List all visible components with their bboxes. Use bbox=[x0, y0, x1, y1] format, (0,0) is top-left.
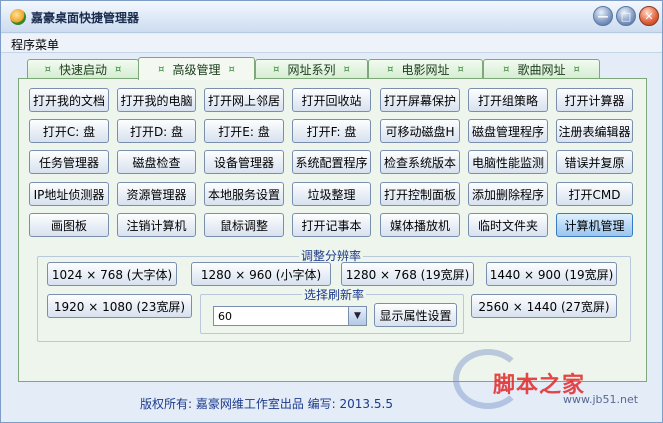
refresh-rate-value: 60 bbox=[218, 310, 232, 323]
menu-bar: 程序菜单 bbox=[1, 34, 662, 53]
app-window: 嘉豪桌面快捷管理器 — □ ✕ 程序菜单 ¤ 快速启动 ¤ ¤ 高级管理 ¤ ¤… bbox=[0, 0, 663, 423]
tab-label: 歌曲网址 bbox=[517, 63, 566, 77]
tool-button-r3-c7[interactable]: 错误并复原 bbox=[556, 150, 633, 174]
tool-button-r2-c1[interactable]: 打开C: 盘 bbox=[29, 119, 109, 143]
tab-label: 高级管理 bbox=[172, 62, 221, 77]
tool-button-r3-c2[interactable]: 磁盘检查 bbox=[117, 150, 196, 174]
tab-marker-icon: ¤ bbox=[228, 63, 235, 75]
resolution-1280x768-button[interactable]: 1280 × 768 (19宽屏) bbox=[341, 262, 474, 286]
tab-advanced-management[interactable]: ¤ 高级管理 ¤ bbox=[138, 57, 255, 80]
tool-button-r3-c6[interactable]: 电脑性能监测 bbox=[468, 150, 548, 174]
tab-music-sites[interactable]: ¤ 歌曲网址 ¤ bbox=[483, 59, 600, 79]
tab-marker-icon: ¤ bbox=[503, 64, 510, 75]
close-button[interactable]: ✕ bbox=[639, 6, 659, 26]
tool-button-r2-c6[interactable]: 磁盘管理程序 bbox=[468, 119, 548, 143]
tool-button-r5-c7[interactable]: 计算机管理 bbox=[556, 213, 633, 237]
tab-marker-icon: ¤ bbox=[343, 64, 350, 75]
tab-label: 网址系列 bbox=[287, 63, 336, 77]
minimize-icon: — bbox=[597, 9, 609, 23]
tab-marker-icon: ¤ bbox=[44, 64, 51, 75]
tool-button-r4-c6[interactable]: 添加删除程序 bbox=[468, 182, 548, 206]
menu-item-program[interactable]: 程序菜单 bbox=[11, 36, 59, 53]
title-bar[interactable]: 嘉豪桌面快捷管理器 — □ ✕ bbox=[1, 1, 662, 33]
tool-button-r2-c4[interactable]: 打开F: 盘 bbox=[292, 119, 371, 143]
tab-quick-launch[interactable]: ¤ 快速启动 ¤ bbox=[27, 59, 139, 79]
tool-button-r2-c5[interactable]: 可移动磁盘H bbox=[380, 119, 460, 143]
app-logo-icon bbox=[10, 9, 26, 25]
tool-button-r2-c2[interactable]: 打开D: 盘 bbox=[117, 119, 196, 143]
tool-button-r5-c6[interactable]: 临时文件夹 bbox=[468, 213, 548, 237]
tool-button-r5-c1[interactable]: 画图板 bbox=[29, 213, 109, 237]
tab-marker-icon: ¤ bbox=[115, 64, 122, 75]
tab-marker-icon: ¤ bbox=[457, 64, 464, 75]
refresh-rate-select[interactable]: 60 ▼ bbox=[213, 306, 367, 326]
tab-website-series[interactable]: ¤ 网址系列 ¤ bbox=[255, 59, 368, 79]
tool-button-r4-c7[interactable]: 打开CMD bbox=[556, 182, 633, 206]
tool-button-r1-c3[interactable]: 打开网上邻居 bbox=[204, 88, 284, 112]
maximize-button[interactable]: □ bbox=[616, 6, 636, 26]
tab-marker-icon: ¤ bbox=[573, 64, 580, 75]
tool-button-r4-c4[interactable]: 垃圾整理 bbox=[292, 182, 371, 206]
tool-button-r4-c1[interactable]: IP地址侦测器 bbox=[29, 182, 109, 206]
tool-button-r2-c7[interactable]: 注册表编辑器 bbox=[556, 119, 633, 143]
tool-button-r3-c5[interactable]: 检查系统版本 bbox=[380, 150, 460, 174]
tab-label: 快速启动 bbox=[58, 63, 107, 77]
tool-button-r3-c1[interactable]: 任务管理器 bbox=[29, 150, 109, 174]
tool-button-r5-c2[interactable]: 注销计算机 bbox=[117, 213, 196, 237]
tool-button-r5-c3[interactable]: 鼠标调整 bbox=[204, 213, 284, 237]
tool-button-r4-c5[interactable]: 打开控制面板 bbox=[380, 182, 460, 206]
tool-button-r4-c2[interactable]: 资源管理器 bbox=[117, 182, 196, 206]
resolution-1280x960-button[interactable]: 1280 × 960 (小字体) bbox=[191, 262, 331, 286]
tool-button-r1-c5[interactable]: 打开屏幕保护 bbox=[380, 88, 460, 112]
tool-button-r1-c2[interactable]: 打开我的电脑 bbox=[117, 88, 196, 112]
display-properties-button[interactable]: 显示属性设置 bbox=[374, 303, 457, 327]
refresh-rate-group-title: 选择刷新率 bbox=[302, 286, 367, 303]
tool-button-r5-c5[interactable]: 媒体播放机 bbox=[380, 213, 460, 237]
tool-button-r1-c4[interactable]: 打开回收站 bbox=[292, 88, 371, 112]
minimize-button[interactable]: — bbox=[593, 6, 613, 26]
tab-marker-icon: ¤ bbox=[387, 64, 394, 75]
tab-marker-icon: ¤ bbox=[273, 64, 280, 75]
resolution-2560x1440-button[interactable]: 2560 × 1440 (27宽屏) bbox=[471, 294, 617, 318]
watermark-url: www.jb51.net bbox=[563, 393, 639, 406]
chevron-down-icon[interactable]: ▼ bbox=[348, 307, 366, 325]
tool-button-r1-c1[interactable]: 打开我的文档 bbox=[29, 88, 109, 112]
copyright-footer: 版权所有: 嘉豪网维工作室出品 编写: 2013.5.5 bbox=[140, 397, 393, 411]
tab-movie-sites[interactable]: ¤ 电影网址 ¤ bbox=[368, 59, 483, 79]
tab-marker-icon: ¤ bbox=[158, 63, 165, 75]
tool-button-r2-c3[interactable]: 打开E: 盘 bbox=[204, 119, 284, 143]
maximize-icon: □ bbox=[620, 9, 632, 23]
resolution-1024x768-button[interactable]: 1024 × 768 (大字体) bbox=[47, 262, 177, 286]
window-title: 嘉豪桌面快捷管理器 bbox=[31, 11, 140, 25]
resolution-1440x900-button[interactable]: 1440 × 900 (19宽屏) bbox=[486, 262, 617, 286]
tool-button-r1-c6[interactable]: 打开组策略 bbox=[468, 88, 548, 112]
tool-button-r1-c7[interactable]: 打开计算器 bbox=[556, 88, 633, 112]
tool-button-r3-c4[interactable]: 系统配置程序 bbox=[292, 150, 371, 174]
tool-button-r3-c3[interactable]: 设备管理器 bbox=[204, 150, 284, 174]
resolution-1920x1080-button[interactable]: 1920 × 1080 (23宽屏) bbox=[47, 294, 192, 318]
tool-button-r5-c4[interactable]: 打开记事本 bbox=[292, 213, 371, 237]
close-icon: ✕ bbox=[644, 9, 654, 23]
tool-button-r4-c3[interactable]: 本地服务设置 bbox=[204, 182, 284, 206]
tab-label: 电影网址 bbox=[401, 63, 450, 77]
